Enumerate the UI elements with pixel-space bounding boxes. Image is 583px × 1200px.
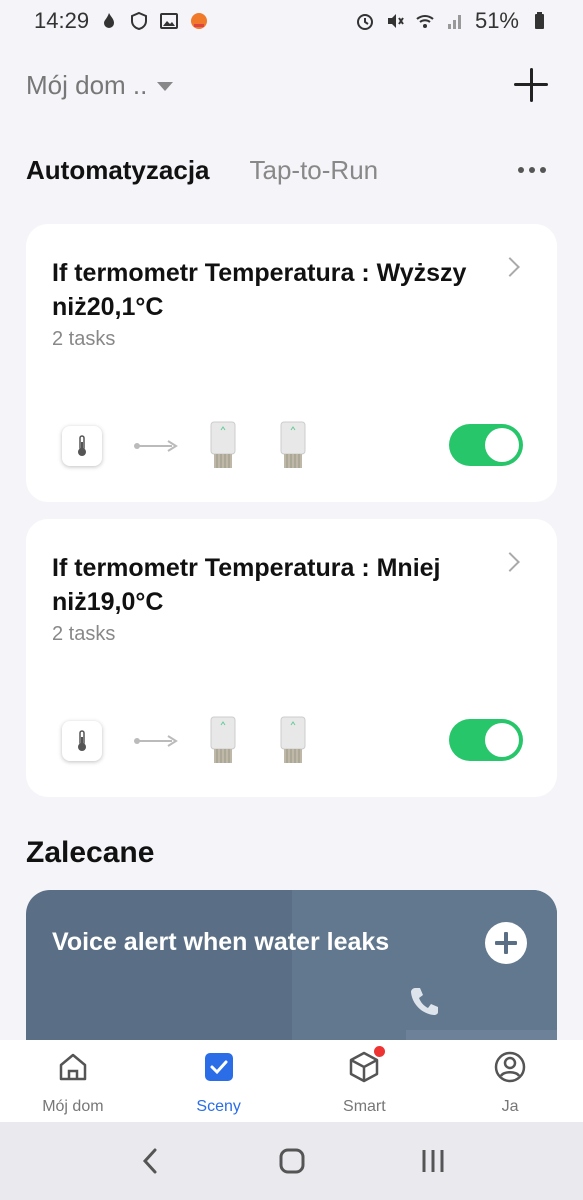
header: Mój dom .. (26, 62, 550, 108)
battery-icon (535, 12, 544, 29)
tab-tap-to-run[interactable]: Tap-to-Run (250, 155, 379, 186)
more-options-icon[interactable] (514, 159, 550, 181)
wifi-icon (416, 15, 434, 28)
arrow-right-icon (134, 440, 178, 452)
nav-item-profile[interactable]: Ja (437, 1040, 583, 1122)
recents-button[interactable] (413, 1141, 453, 1181)
home-square-icon (279, 1148, 304, 1174)
status-time: 14:29 (34, 8, 90, 33)
home-selector[interactable]: Mój dom .. (26, 69, 174, 101)
system-navigation-bar (0, 1122, 583, 1200)
battery-percent: 51% (474, 8, 519, 33)
nav-label: Mój dom (42, 1098, 104, 1115)
nav-item-smart[interactable]: Smart (292, 1040, 438, 1122)
flame-icon (104, 13, 115, 28)
nav-label: Smart (343, 1098, 386, 1115)
status-bar: 14:29 51% (0, 0, 583, 42)
automation-device-flow (62, 420, 348, 472)
home-system-button[interactable] (272, 1141, 312, 1181)
mute-icon (387, 14, 404, 28)
radiator-valve-icon (280, 421, 306, 468)
toggle-knob (485, 428, 519, 462)
recents-icon (422, 1150, 443, 1172)
thermometer-icon (62, 721, 102, 761)
status-bar-right: 51% (355, 8, 549, 34)
automation-title: If termometr Temperatura : Wyższy niż20,… (52, 259, 467, 321)
alarm-icon (356, 14, 373, 30)
home-name: Mój dom .. (26, 69, 148, 100)
scene-tabs: Automatyzacja Tap-to-Run (26, 150, 550, 190)
chevron-right-icon (500, 552, 520, 572)
scenes-check-icon (204, 1053, 233, 1081)
phone-icon (411, 988, 438, 1015)
automation-tasks-count: 2 tasks (52, 623, 116, 645)
automation-card[interactable]: If termometr Temperatura : Wyższy niż20,… (26, 224, 557, 502)
arrow-right-icon (134, 735, 178, 747)
add-recommended-button[interactable] (485, 922, 527, 964)
automation-device-flow (62, 715, 348, 767)
tab-automatyzacja[interactable]: Automatyzacja (26, 155, 210, 186)
section-title-recommended: Zalecane (26, 836, 155, 869)
app-notification-icon (191, 13, 208, 29)
automation-toggle[interactable] (449, 719, 523, 761)
nav-label: Ja (501, 1098, 519, 1115)
add-scene-button[interactable] (512, 66, 550, 104)
nav-label: Sceny (196, 1098, 241, 1115)
radiator-valve-icon (210, 421, 236, 468)
toggle-knob (485, 723, 519, 757)
nav-item-scenes[interactable]: Sceny (146, 1040, 292, 1122)
notification-badge (374, 1046, 386, 1057)
profile-icon (494, 1051, 526, 1083)
chevron-right-icon (500, 257, 520, 277)
caret-down-icon (157, 81, 174, 91)
gallery-icon (160, 13, 179, 29)
back-button[interactable] (131, 1141, 171, 1181)
radiator-valve-icon (280, 716, 306, 763)
home-icon (59, 1053, 87, 1081)
automation-title: If termometr Temperatura : Mniej niż19,0… (52, 554, 441, 616)
smart-cube-icon (347, 1046, 386, 1084)
back-chevron-icon (142, 1148, 156, 1174)
signal-icon (447, 15, 461, 29)
automation-card[interactable]: If termometr Temperatura : Mniej niż19,0… (26, 519, 557, 797)
thermometer-icon (62, 426, 102, 466)
bottom-navigation: Mój dom Sceny Smart Ja (0, 1040, 583, 1122)
status-bar-left: 14:29 (34, 8, 209, 34)
radiator-valve-icon (210, 716, 236, 763)
shield-icon (131, 11, 148, 31)
recommended-scene-title: Voice alert when water leaks (52, 928, 390, 956)
nav-item-home[interactable]: Mój dom (0, 1040, 146, 1122)
automation-toggle[interactable] (449, 424, 523, 466)
automation-tasks-count: 2 tasks (52, 328, 116, 350)
